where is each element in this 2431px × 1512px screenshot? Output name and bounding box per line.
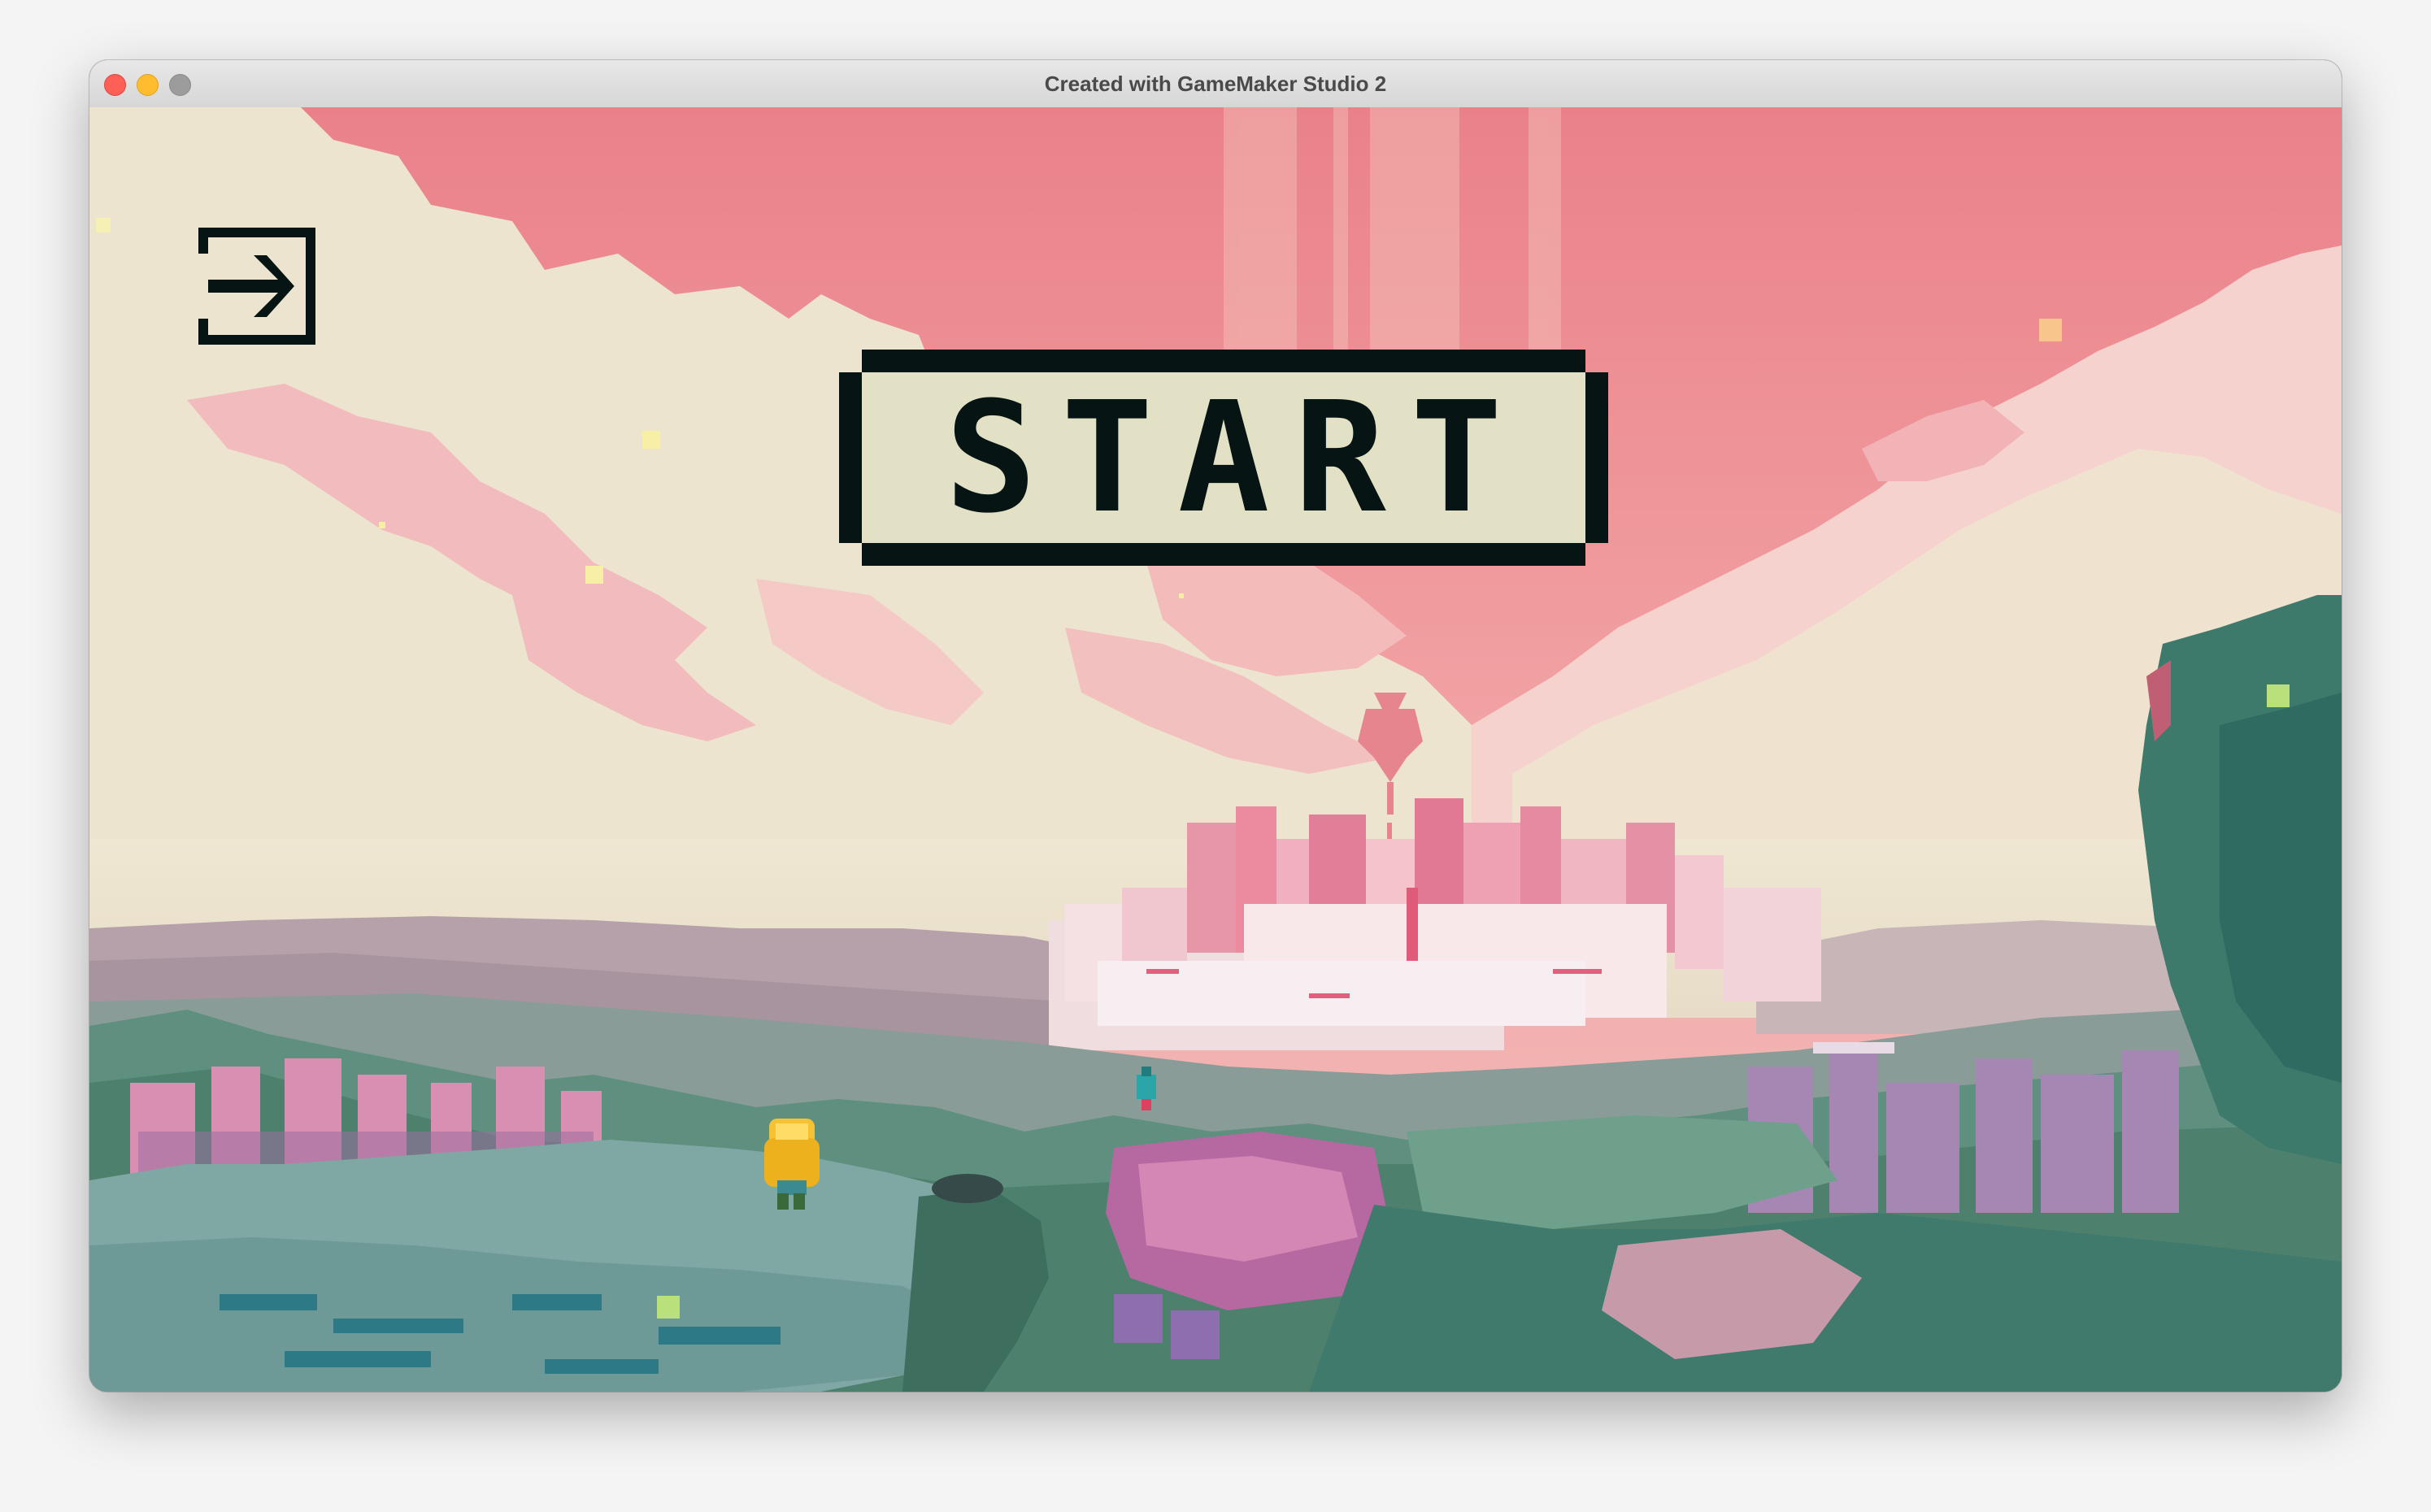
title-scene-background	[89, 107, 2342, 1392]
game-canvas[interactable]: START	[89, 107, 2342, 1392]
title-bar: Created with GameMaker Studio 2	[89, 60, 2342, 108]
exit-arrow-icon	[198, 228, 315, 345]
game-window: Created with GameMaker Studio 2 START	[89, 60, 2342, 1392]
start-button[interactable]: START	[839, 350, 1608, 566]
exit-button[interactable]	[194, 223, 320, 349]
window-title: Created with GameMaker Studio 2	[1044, 72, 1387, 96]
start-button-label: START	[945, 368, 1527, 547]
